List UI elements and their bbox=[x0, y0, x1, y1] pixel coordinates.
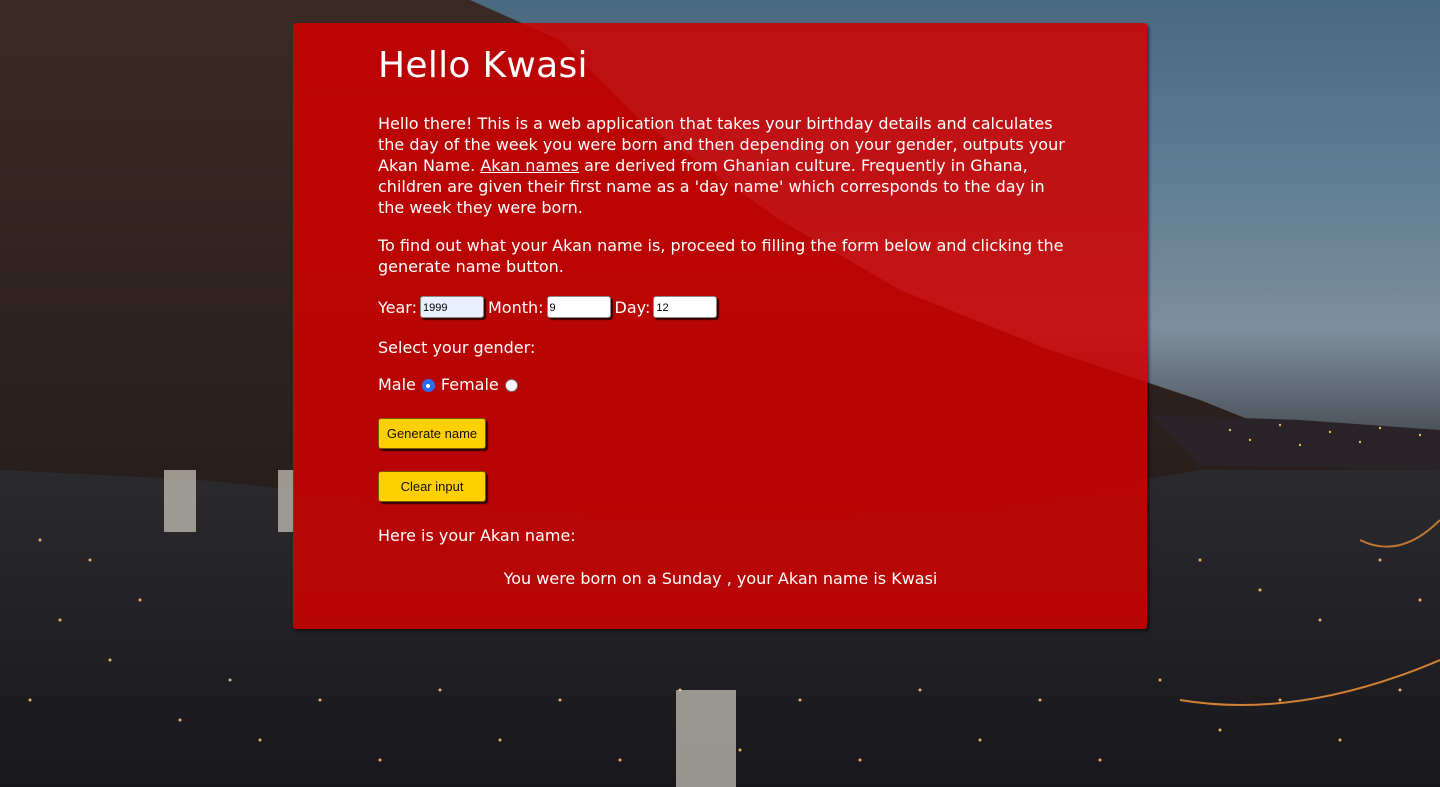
year-label: Year: bbox=[378, 297, 417, 317]
day-input[interactable] bbox=[653, 296, 718, 318]
generate-name-button[interactable]: Generate name bbox=[378, 418, 486, 449]
day-label: Day: bbox=[614, 297, 651, 317]
month-label: Month: bbox=[487, 297, 544, 317]
female-label: Female bbox=[440, 375, 499, 394]
male-radio[interactable] bbox=[421, 379, 435, 392]
page-heading: Hello Kwasi bbox=[378, 45, 588, 86]
result-label: Here is your Akan name: bbox=[378, 526, 576, 545]
clear-input-button[interactable]: Clear input bbox=[378, 471, 486, 502]
year-input[interactable] bbox=[419, 296, 484, 318]
akan-names-link[interactable]: Akan names bbox=[480, 156, 579, 175]
intro-paragraph: Hello there! This is a web application t… bbox=[378, 113, 1068, 218]
result-output: You were born on a Sunday , your Akan na… bbox=[503, 569, 938, 588]
female-radio[interactable] bbox=[504, 379, 518, 392]
gender-prompt: Select your gender: bbox=[378, 338, 536, 357]
instructions-paragraph: To find out what your Akan name is, proc… bbox=[378, 236, 1064, 276]
akan-name-card: Hello Kwasi Hello there! This is a web a… bbox=[293, 23, 1147, 629]
month-input[interactable] bbox=[546, 296, 611, 318]
gender-options: Male Female bbox=[378, 375, 524, 394]
birthday-fields: Year: Month: Day: bbox=[378, 293, 721, 321]
male-label: Male bbox=[378, 375, 416, 394]
